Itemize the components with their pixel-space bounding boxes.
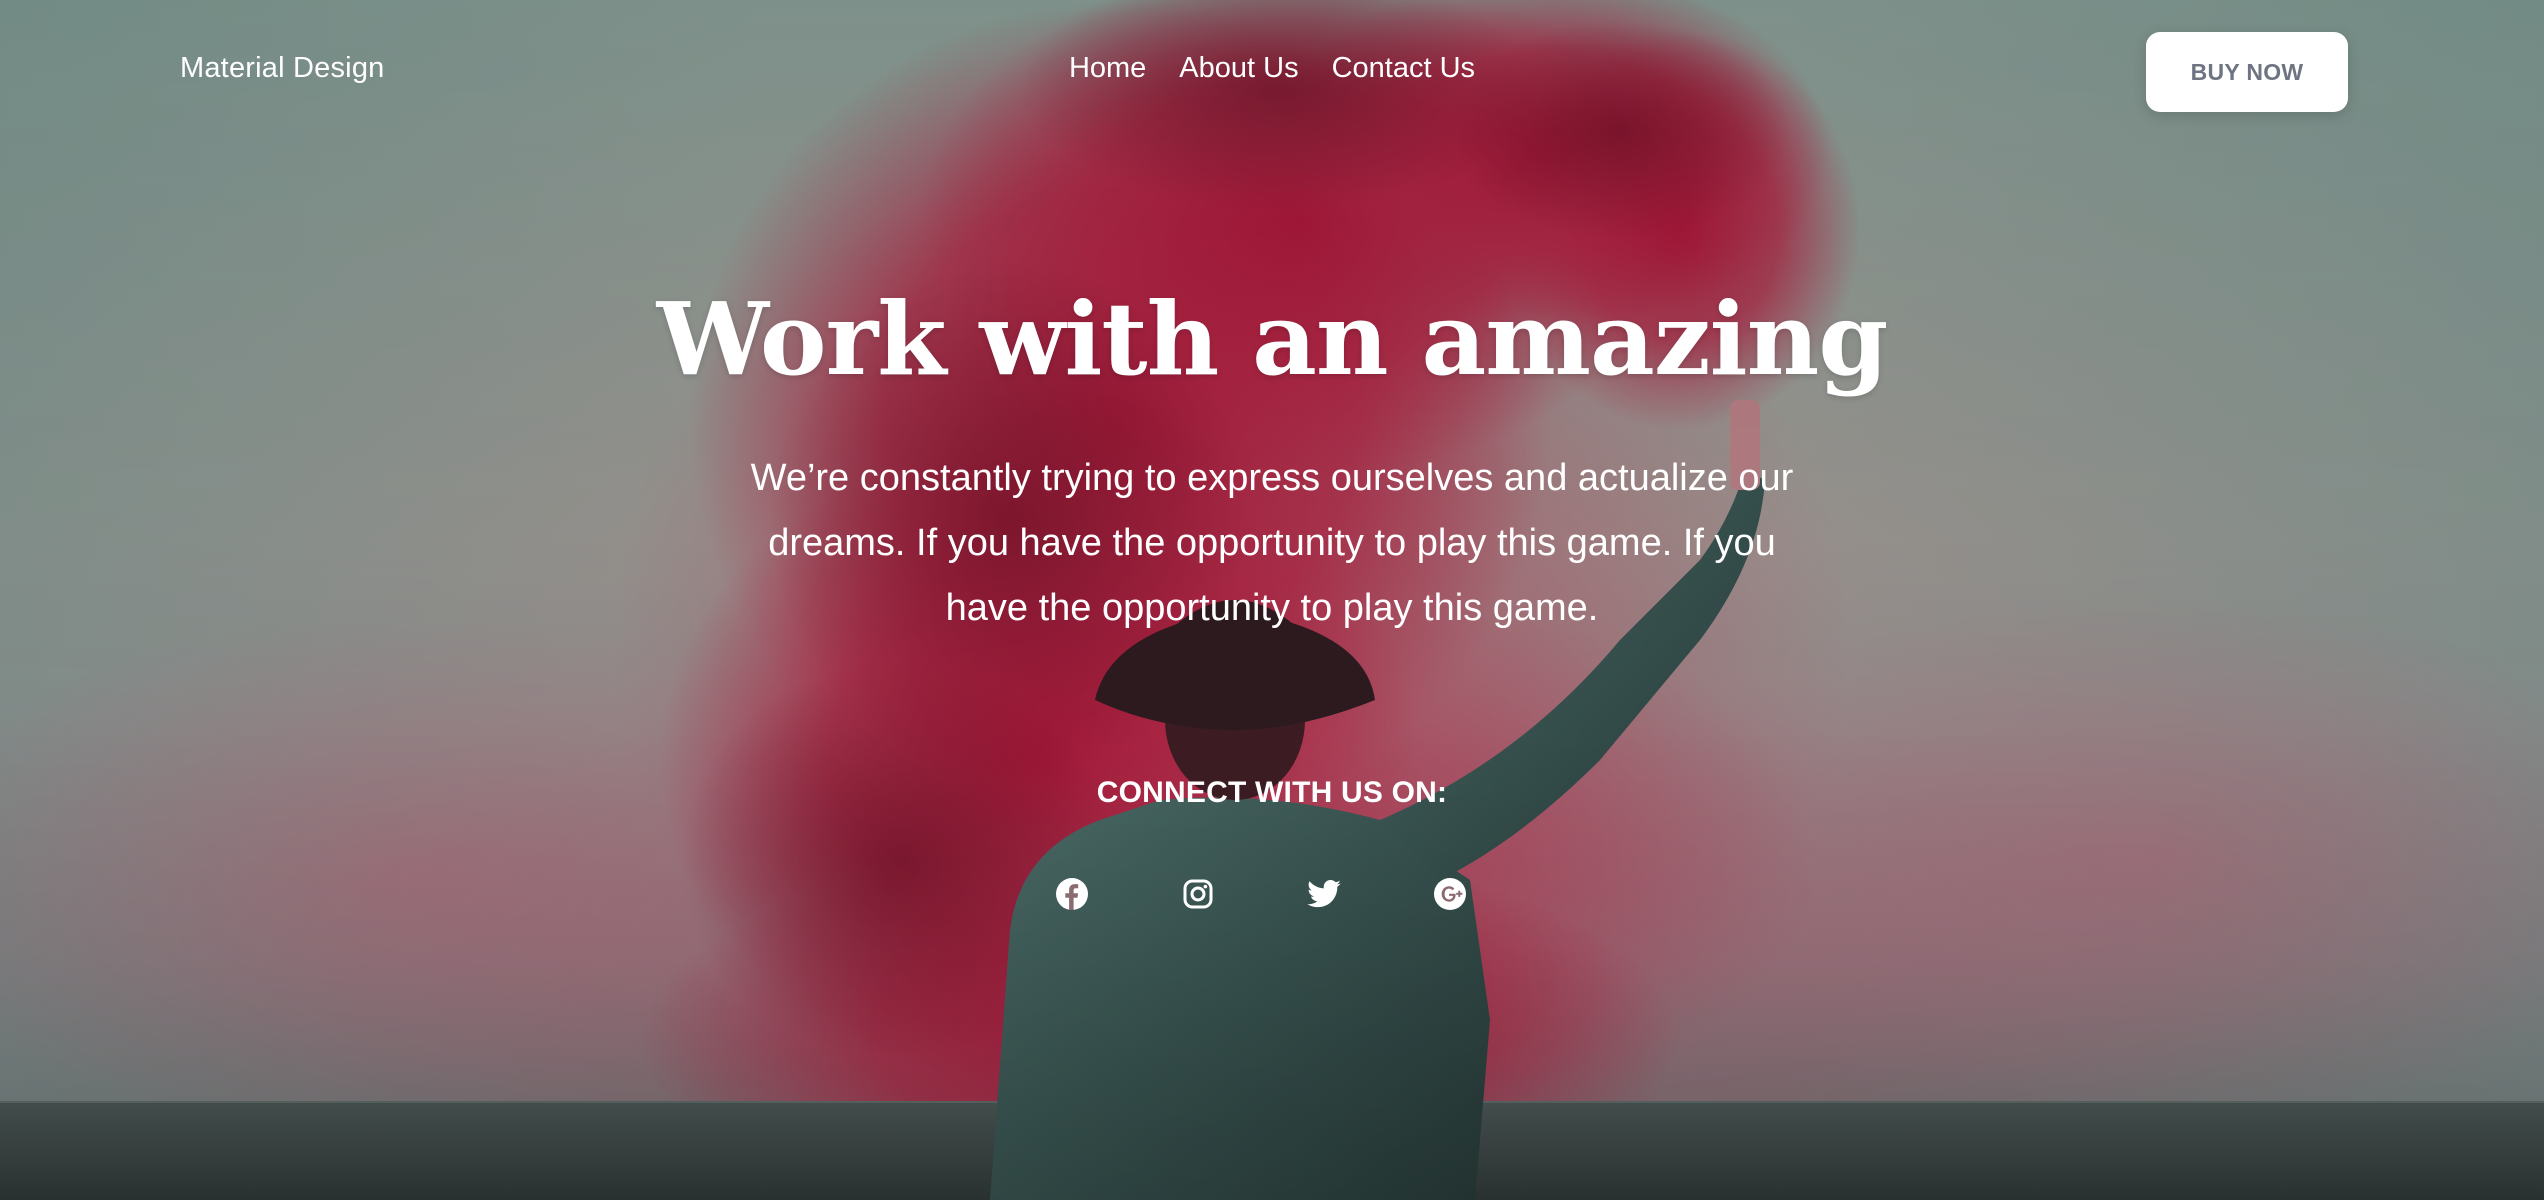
- hero-title: Work with an amazing: [656, 280, 1889, 398]
- connect-label: CONNECT WITH US ON:: [1096, 776, 1448, 809]
- top-navbar: Material Design Home About Us Contact Us…: [0, 0, 2544, 144]
- google-plus-link[interactable]: [1428, 872, 1472, 916]
- facebook-link[interactable]: [1050, 872, 1094, 916]
- nav-link-contact-us[interactable]: Contact Us: [1332, 52, 1475, 85]
- nav-link-home[interactable]: Home: [1069, 52, 1146, 85]
- hero-section: Material Design Home About Us Contact Us…: [0, 0, 2544, 1200]
- instagram-link[interactable]: [1176, 872, 1220, 916]
- buy-now-button[interactable]: BUY NOW: [2146, 32, 2348, 112]
- twitter-link[interactable]: [1302, 872, 1346, 916]
- social-links: [1050, 872, 1494, 916]
- hero-description: We’re constantly trying to express ourse…: [750, 457, 1794, 629]
- google-plus-icon: [1434, 878, 1466, 910]
- instagram-icon: [1183, 879, 1213, 909]
- facebook-icon: [1056, 878, 1088, 910]
- nav-link-about-us[interactable]: About Us: [1179, 52, 1298, 85]
- twitter-icon: [1307, 880, 1341, 908]
